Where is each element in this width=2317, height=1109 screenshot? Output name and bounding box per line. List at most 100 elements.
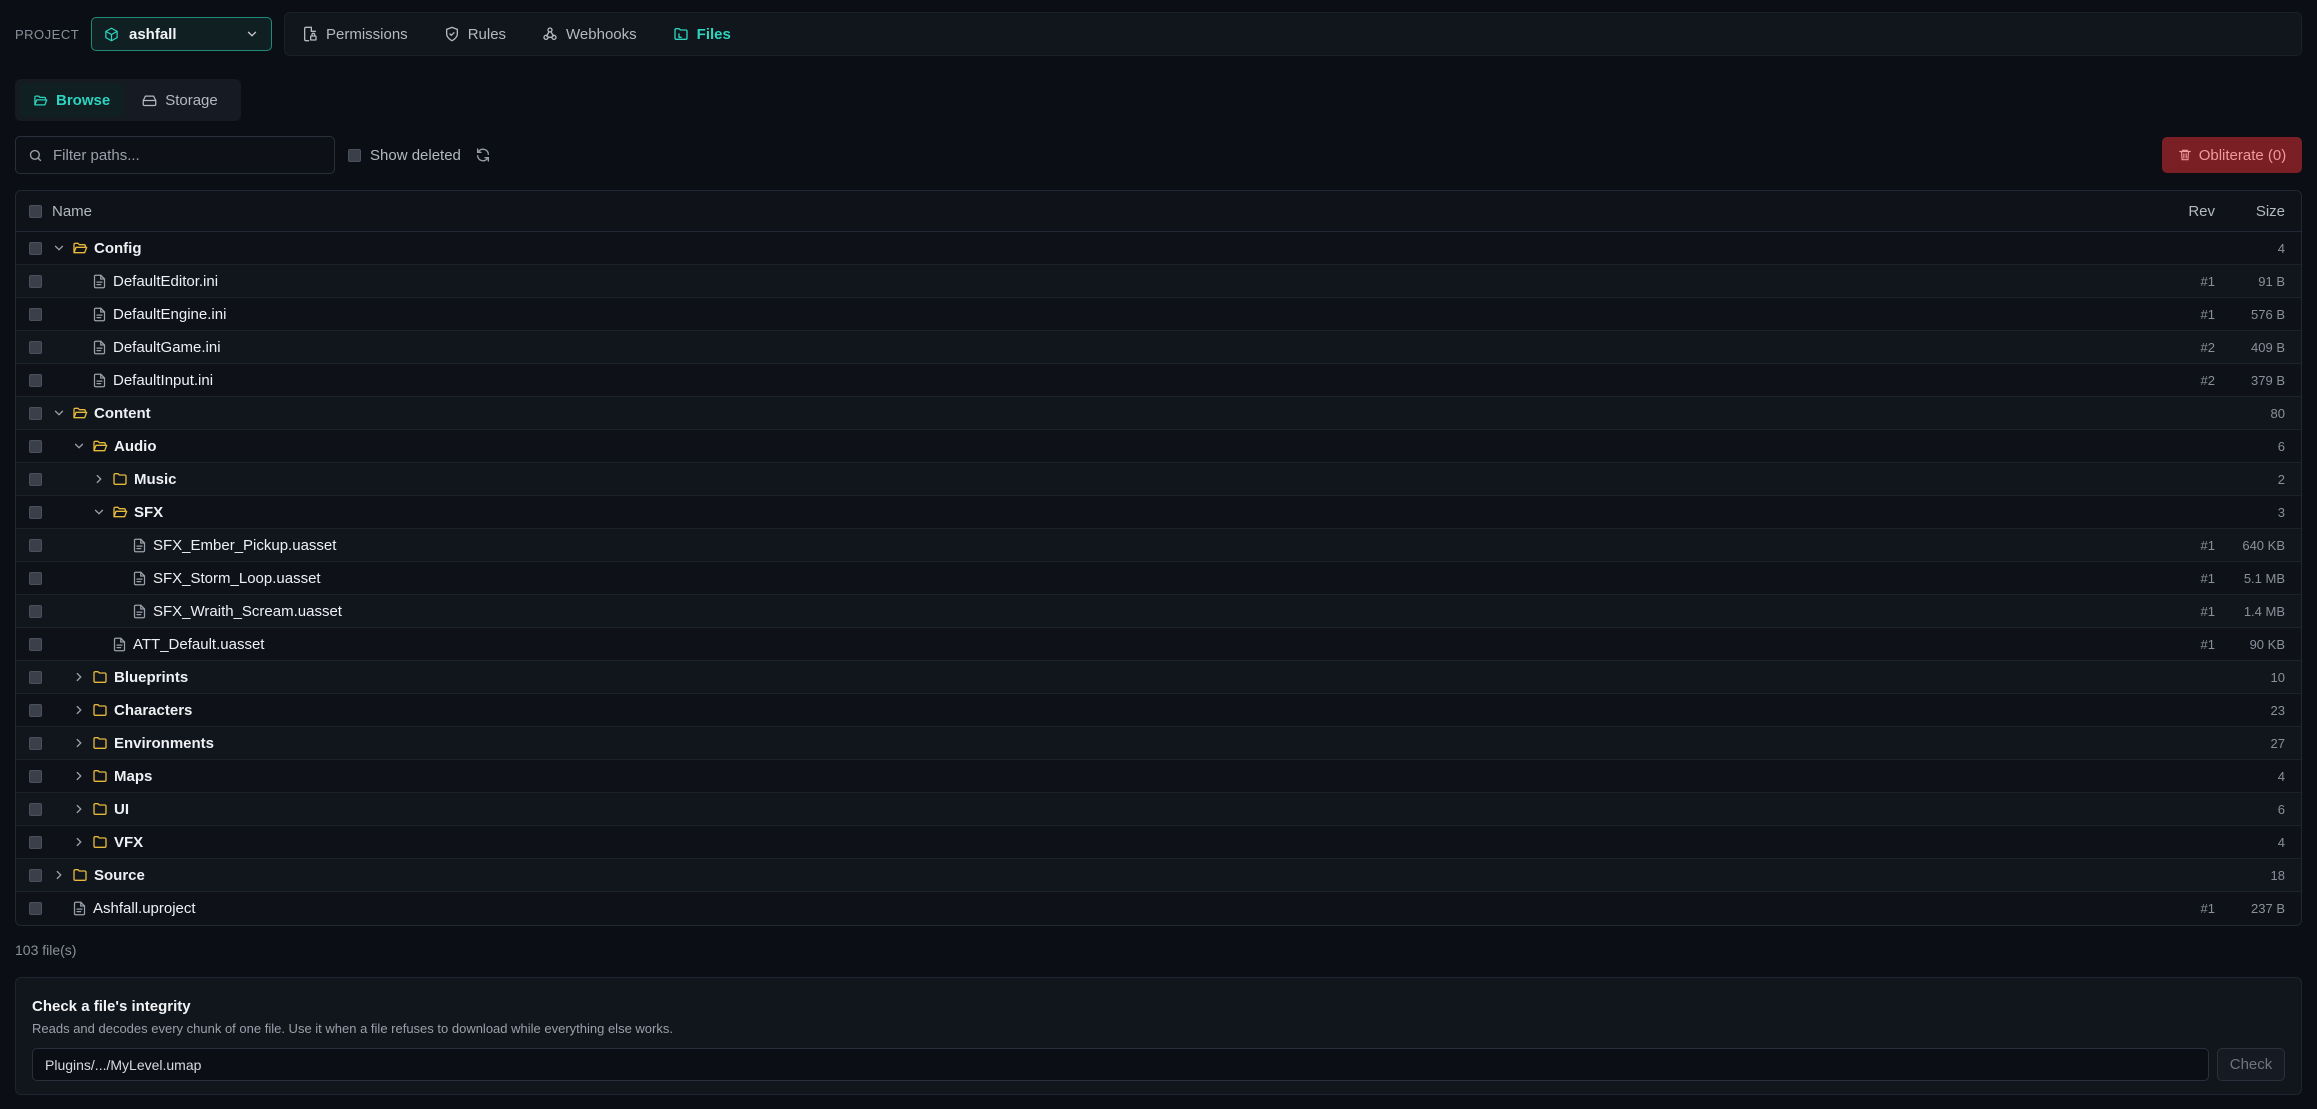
file-name[interactable]: SFX_Storm_Loop.uasset [153, 570, 321, 587]
column-header-size[interactable]: Size [2215, 203, 2301, 220]
files-toolbar: Show deleted Obliterate (0) [15, 136, 2302, 174]
file-row[interactable]: SFX_Wraith_Scream.uasset #1 1.4 MB [16, 595, 2301, 628]
file-row[interactable]: DefaultGame.ini #2 409 B [16, 331, 2301, 364]
row-checkbox[interactable] [29, 902, 42, 915]
obliterate-button[interactable]: Obliterate (0) [2162, 137, 2302, 173]
file-name[interactable]: SFX_Ember_Pickup.uasset [153, 537, 336, 554]
file-row[interactable]: ATT_Default.uasset #1 90 KB [16, 628, 2301, 661]
chevron-right-icon[interactable] [72, 802, 86, 816]
row-checkbox[interactable] [29, 505, 42, 519]
row-checkbox[interactable] [29, 835, 42, 849]
select-all-checkbox[interactable] [29, 204, 42, 218]
show-deleted-toggle[interactable]: Show deleted [348, 147, 461, 164]
tab-files[interactable]: Files [673, 12, 749, 56]
column-header-name[interactable]: Name [52, 203, 2155, 220]
folder-name[interactable]: Source [94, 867, 145, 884]
folder-name[interactable]: Content [94, 405, 151, 422]
tab-browse[interactable]: Browse [19, 83, 125, 117]
tab-rules[interactable]: Rules [444, 12, 524, 56]
folder-name[interactable]: Config [94, 240, 141, 257]
folder-name[interactable]: Characters [114, 702, 192, 719]
row-checkbox[interactable] [29, 274, 42, 288]
tab-permissions[interactable]: Permissions [302, 12, 426, 56]
row-checkbox[interactable] [29, 439, 42, 453]
folder-row[interactable]: Maps 4 [16, 760, 2301, 793]
chevron-down-icon[interactable] [52, 241, 66, 255]
folder-row[interactable]: SFX 3 [16, 496, 2301, 529]
row-checkbox[interactable] [29, 604, 42, 618]
chevron-down-icon[interactable] [52, 406, 66, 420]
chevron-right-icon[interactable] [52, 868, 66, 882]
file-row[interactable]: DefaultInput.ini #2 379 B [16, 364, 2301, 397]
row-checkbox[interactable] [29, 373, 42, 387]
chevron-right-icon[interactable] [72, 736, 86, 750]
chevron-right-icon[interactable] [72, 835, 86, 849]
row-checkbox[interactable] [29, 307, 42, 321]
folder-row[interactable]: UI 6 [16, 793, 2301, 826]
row-checkbox[interactable] [29, 769, 42, 783]
folder-row[interactable]: Music 2 [16, 463, 2301, 496]
file-name[interactable]: DefaultGame.ini [113, 339, 221, 356]
chevron-right-icon[interactable] [72, 703, 86, 717]
folder-name[interactable]: VFX [114, 834, 143, 851]
size-cell: 27 [2270, 735, 2285, 751]
file-name[interactable]: SFX_Wraith_Scream.uasset [153, 603, 342, 620]
file-row[interactable]: SFX_Ember_Pickup.uasset #1 640 KB [16, 529, 2301, 562]
file-name[interactable]: DefaultInput.ini [113, 372, 213, 389]
folder-row[interactable]: Environments 27 [16, 727, 2301, 760]
file-name[interactable]: Ashfall.uproject [93, 900, 196, 917]
folder-name[interactable]: Environments [114, 735, 214, 752]
file-row[interactable]: DefaultEditor.ini #1 91 B [16, 265, 2301, 298]
integrity-row: Check [32, 1048, 2285, 1081]
file-row[interactable]: Ashfall.uproject #1 237 B [16, 892, 2301, 925]
folder-row[interactable]: VFX 4 [16, 826, 2301, 859]
row-checkbox[interactable] [29, 340, 42, 354]
folder-row[interactable]: Content 80 [16, 397, 2301, 430]
folder-row[interactable]: Config 4 [16, 232, 2301, 265]
folder-name[interactable]: Audio [114, 438, 157, 455]
folder-row[interactable]: Blueprints 10 [16, 661, 2301, 694]
row-checkbox[interactable] [29, 406, 42, 420]
folder-name[interactable]: Maps [114, 768, 152, 785]
chevron-right-icon[interactable] [92, 472, 106, 486]
file-name[interactable]: DefaultEditor.ini [113, 273, 218, 290]
row-checkbox[interactable] [29, 472, 42, 486]
folder-row[interactable]: Source 18 [16, 859, 2301, 892]
row-checkbox[interactable] [29, 241, 42, 255]
check-button[interactable]: Check [2217, 1048, 2285, 1081]
file-row[interactable]: DefaultEngine.ini #1 576 B [16, 298, 2301, 331]
tab-webhooks[interactable]: Webhooks [542, 12, 655, 56]
file-name[interactable]: DefaultEngine.ini [113, 306, 226, 323]
tab-storage[interactable]: Storage [128, 83, 232, 117]
show-deleted-checkbox[interactable] [348, 148, 361, 162]
chevron-down-icon[interactable] [72, 439, 86, 453]
filter-paths-input[interactable] [53, 146, 322, 164]
chevron-right-icon[interactable] [72, 769, 86, 783]
size-cell: 576 B [2251, 306, 2285, 322]
project-select[interactable]: ashfall [91, 17, 272, 51]
chevron-down-icon[interactable] [92, 505, 106, 519]
file-row[interactable]: SFX_Storm_Loop.uasset #1 5.1 MB [16, 562, 2301, 595]
folder-name[interactable]: SFX [134, 504, 163, 521]
chevron-right-icon[interactable] [72, 670, 86, 684]
column-header-rev[interactable]: Rev [2155, 203, 2215, 220]
row-checkbox[interactable] [29, 571, 42, 585]
row-checkbox[interactable] [29, 802, 42, 816]
refresh-icon[interactable] [475, 147, 491, 163]
folder-row[interactable]: Audio 6 [16, 430, 2301, 463]
row-checkbox[interactable] [29, 868, 42, 882]
integrity-path-input[interactable] [32, 1048, 2209, 1081]
folder-name[interactable]: Blueprints [114, 669, 188, 686]
file-name[interactable]: ATT_Default.uasset [133, 636, 264, 653]
show-deleted-label: Show deleted [370, 146, 461, 164]
row-checkbox[interactable] [29, 703, 42, 717]
row-checkbox[interactable] [29, 736, 42, 750]
folder-row[interactable]: Characters 23 [16, 694, 2301, 727]
row-checkbox[interactable] [29, 538, 42, 552]
name-cell: Characters [52, 702, 2155, 719]
folder-name[interactable]: UI [114, 801, 129, 818]
row-checkbox[interactable] [29, 670, 42, 684]
size-cell: 80 [2270, 405, 2285, 421]
folder-name[interactable]: Music [134, 471, 177, 488]
row-checkbox[interactable] [29, 637, 42, 651]
